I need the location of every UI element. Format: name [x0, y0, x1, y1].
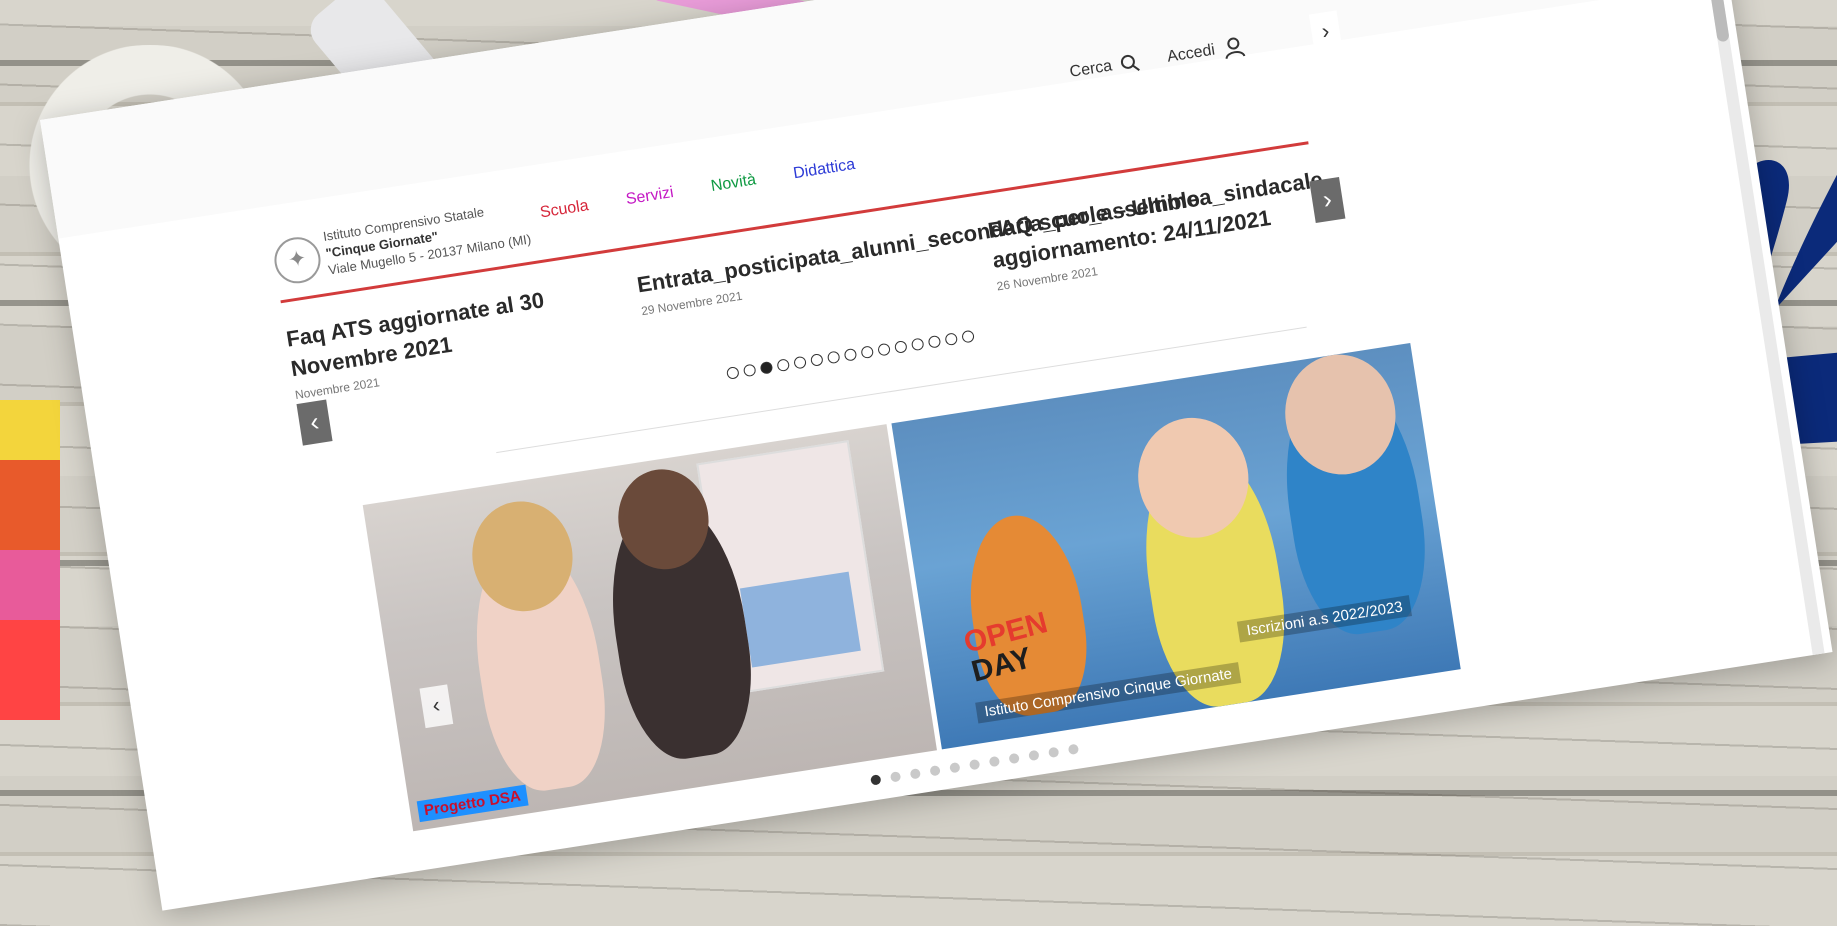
- login-label: Accedi: [1166, 41, 1217, 66]
- news-page-dot[interactable]: [810, 353, 824, 367]
- gallery-page-dot[interactable]: [949, 761, 961, 774]
- gallery-page-dot[interactable]: [909, 768, 922, 780]
- news-page-dot[interactable]: [944, 332, 959, 347]
- news-page-dot[interactable]: [726, 366, 740, 380]
- gallery-page-dot[interactable]: [988, 755, 1001, 768]
- nav-novita[interactable]: Novità: [710, 171, 758, 196]
- news-page-dot[interactable]: [742, 363, 757, 378]
- search-icon: [1120, 54, 1140, 72]
- news-page-dot[interactable]: [910, 337, 925, 352]
- news-page-dot[interactable]: [843, 347, 858, 362]
- user-icon: [1225, 37, 1246, 60]
- gallery-page-dot[interactable]: [929, 765, 941, 777]
- news-prev-button[interactable]: ‹: [296, 399, 333, 446]
- gallery-page-dot[interactable]: [870, 774, 882, 786]
- news-page-dot[interactable]: [877, 342, 891, 357]
- gallery-page-dot[interactable]: [1028, 749, 1040, 762]
- gallery-page-dot[interactable]: [1067, 743, 1080, 756]
- gallery-page-dot[interactable]: [889, 771, 902, 783]
- pencils: [0, 400, 60, 720]
- news-item[interactable]: Entrata_posticipata_alunni_secondaria_pe…: [635, 167, 1324, 319]
- news-page-dot[interactable]: [826, 350, 841, 365]
- scrollbar-thumb[interactable]: [1707, 0, 1730, 43]
- gallery-prev-button[interactable]: ‹: [419, 684, 454, 729]
- search-label: Cerca: [1068, 57, 1114, 81]
- slide-progetto-dsa[interactable]: Progetto DSA: [362, 424, 937, 832]
- news-page-dot[interactable]: [860, 345, 875, 360]
- slide-open-day[interactable]: OPEN DAY Istituto Comprensivo Cinque Gio…: [891, 342, 1461, 750]
- main-nav: Scuola Servizi Novità Didattica: [539, 156, 857, 223]
- news-page-dot[interactable]: [961, 329, 975, 344]
- gallery-page-dot[interactable]: [1008, 752, 1020, 765]
- news-page-dot[interactable]: [759, 360, 774, 375]
- news-page-dot[interactable]: [793, 355, 807, 370]
- nav-didattica[interactable]: Didattica: [792, 156, 856, 183]
- slide-caption: Progetto DSA: [416, 784, 529, 823]
- gallery-page-dot[interactable]: [968, 758, 981, 771]
- news-page-dot[interactable]: [927, 334, 942, 349]
- news-next-button[interactable]: ›: [1309, 176, 1346, 224]
- gallery-page-dot[interactable]: [1047, 746, 1060, 759]
- nav-servizi[interactable]: Servizi: [625, 184, 675, 209]
- news-page-dot[interactable]: [776, 358, 791, 373]
- nav-scuola[interactable]: Scuola: [539, 197, 590, 222]
- republic-emblem-icon[interactable]: ✦: [271, 234, 324, 287]
- news-page-dot[interactable]: [894, 340, 908, 354]
- box-illustration: [739, 571, 861, 668]
- gallery-next-button[interactable]: ›: [1308, 10, 1343, 55]
